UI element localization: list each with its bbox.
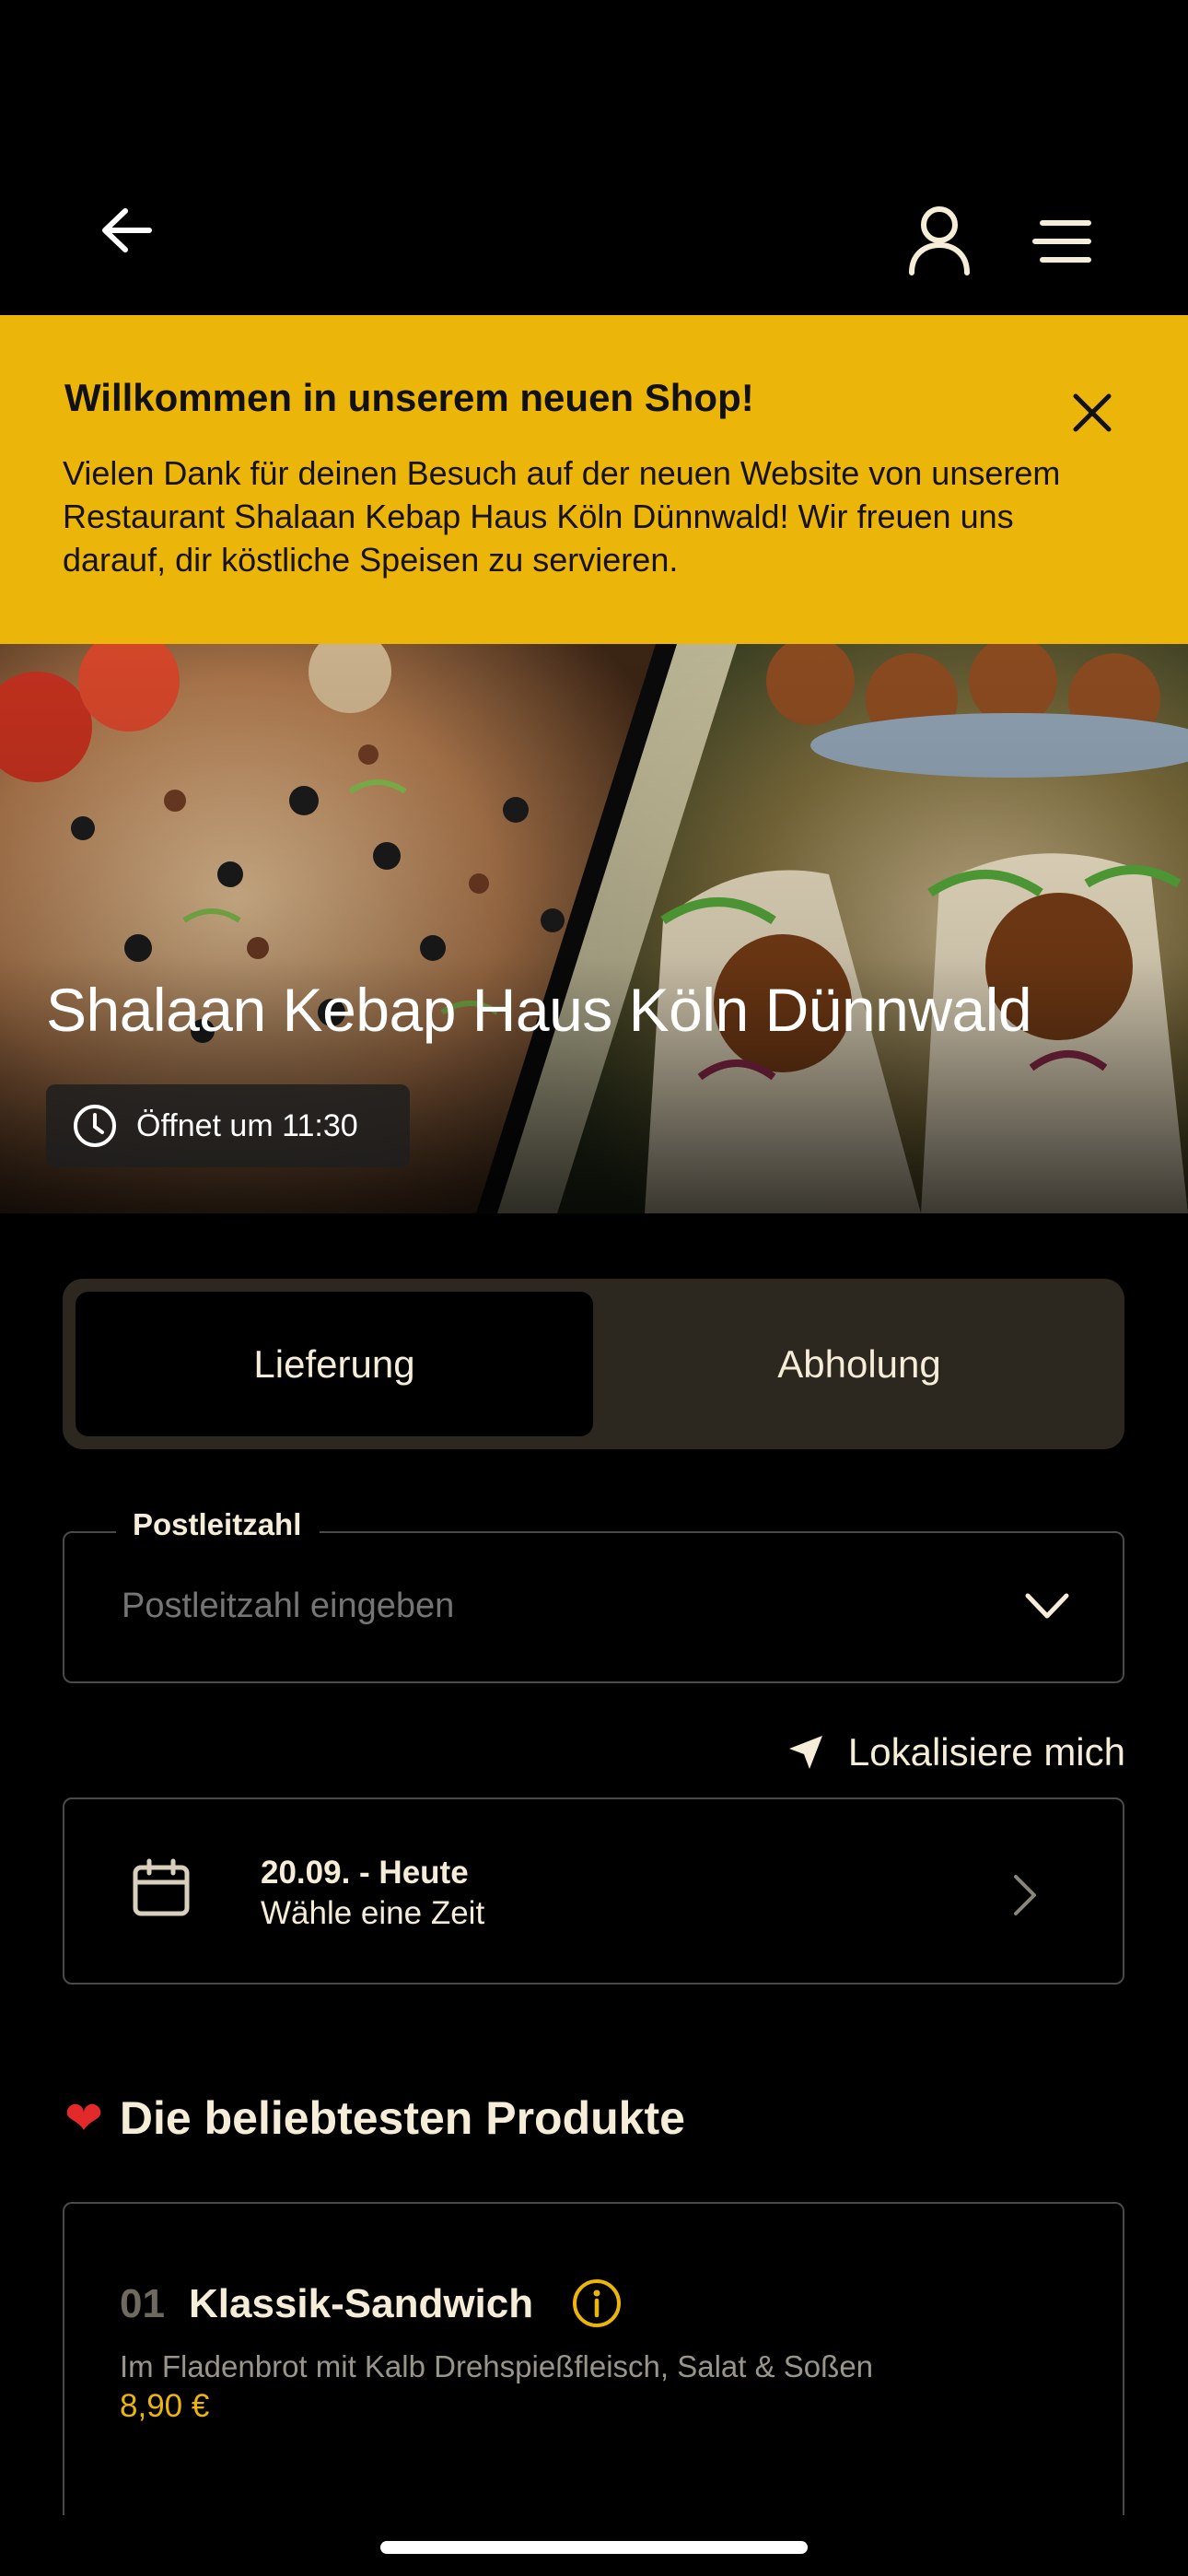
mode-pickup[interactable]: Abholung (606, 1292, 1112, 1436)
product-name: Klassik-Sandwich (189, 2281, 534, 2326)
choose-time-label: Wähle eine Zeit (261, 1895, 485, 1931)
account-button[interactable] (903, 203, 976, 276)
popular-products-heading: ❤ Die beliebtesten Produkte (64, 2091, 685, 2145)
locate-me-label: Lokalisiere mich (847, 1730, 1125, 1774)
banner-close-button[interactable] (1068, 389, 1116, 437)
order-mode-toggle: Lieferung Abholung (63, 1279, 1124, 1449)
banner-title: Willkommen in unserem neuen Shop! (64, 376, 754, 419)
home-indicator[interactable] (380, 2541, 808, 2554)
user-icon (909, 206, 970, 275)
product-card[interactable]: 01 Klassik-Sandwich Im Fladenbrot mit Ka… (63, 2202, 1124, 2515)
clock-icon (74, 1105, 116, 1147)
postcode-label: Postleitzahl (116, 1507, 320, 1542)
selected-date: 20.09. - Heute (261, 1855, 469, 1891)
chevron-down-icon[interactable] (1024, 1588, 1070, 1625)
top-bar (0, 0, 1188, 315)
postcode-input[interactable] (122, 1587, 950, 1626)
menu-icon (1032, 220, 1091, 263)
location-arrow-icon (788, 1736, 822, 1769)
close-icon (1073, 393, 1112, 432)
opening-status-text: Öffnet um 11:30 (136, 1107, 358, 1143)
mode-delivery[interactable]: Lieferung (76, 1292, 593, 1436)
product-number: 01 (120, 2281, 165, 2326)
product-price: 8,90 € (120, 2388, 210, 2424)
info-icon[interactable] (571, 2277, 623, 2329)
banner-text: Vielen Dank für deinen Besuch auf der ne… (63, 454, 1061, 579)
welcome-banner: Willkommen in unserem neuen Shop! Vielen… (0, 315, 1188, 644)
arrow-left-icon (102, 208, 152, 252)
calendar-icon (133, 1858, 190, 1916)
time-selector[interactable]: 20.09. - Heute Wähle eine Zeit (63, 1797, 1124, 1985)
menu-button[interactable] (1030, 214, 1096, 269)
product-description: Im Fladenbrot mit Kalb Drehspießfleisch,… (120, 2349, 874, 2383)
postcode-field[interactable]: Postleitzahl (63, 1507, 1124, 1683)
locate-me-button[interactable]: Lokalisiere mich (755, 1725, 1125, 1780)
back-button[interactable] (92, 198, 166, 263)
popular-products-title: Die beliebtesten Produkte (119, 2092, 685, 2144)
chevron-right-icon (1014, 1875, 1036, 1915)
restaurant-name: Shalaan Kebap Haus Köln Dünnwald (46, 976, 1032, 1044)
opening-status-badge: Öffnet um 11:30 (46, 1084, 410, 1167)
heart-icon: ❤ (64, 2092, 103, 2144)
